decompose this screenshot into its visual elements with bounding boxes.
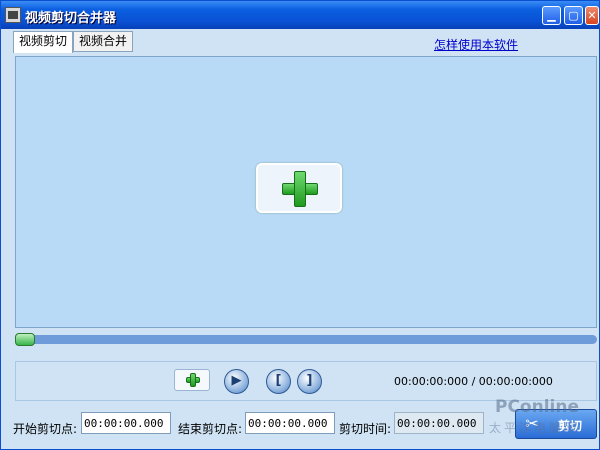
film-icon <box>5 7 21 23</box>
cut-duration-label: 剪切时间: <box>339 422 392 436</box>
window-title: 视频剪切合并器 <box>25 11 117 26</box>
minimize-button[interactable]: ▁ <box>542 6 561 25</box>
title-bar[interactable]: 视频剪切合并器 ▁ ▢ ✕ <box>1 1 599 29</box>
end-point-label: 结束剪切点: <box>178 422 243 436</box>
play-icon: ▶ <box>231 373 242 388</box>
bracket-left-icon: [ <box>275 373 282 388</box>
scissors-icon: ✂ <box>525 416 539 433</box>
play-button[interactable]: ▶ <box>224 369 249 394</box>
video-preview-area[interactable] <box>15 56 597 328</box>
plus-icon <box>282 171 318 207</box>
timeline-handle[interactable] <box>15 333 35 346</box>
tab-video-merge[interactable]: 视频合并 <box>73 31 134 52</box>
maximize-button[interactable]: ▢ <box>564 6 583 25</box>
end-point-input[interactable] <box>245 412 335 434</box>
add-video-button[interactable] <box>256 163 342 213</box>
time-readout: 00:00:00:000 / 00:00:00:000 <box>394 375 553 388</box>
mark-start-button[interactable]: [ <box>266 369 291 394</box>
mark-end-button[interactable]: ] <box>297 369 322 394</box>
plus-icon <box>186 373 200 387</box>
cut-settings: 开始剪切点: 结束剪切点: 剪切时间: ✂ 剪切 <box>1 409 600 449</box>
timeline-track[interactable] <box>15 335 597 344</box>
app-window: 视频剪切合并器 ▁ ▢ ✕ 视频剪切 视频合并 怎样使用本软件 ▶ [] 00… <box>0 0 600 450</box>
start-point-label: 开始剪切点: <box>13 422 78 436</box>
tab-video-cut[interactable]: 视频剪切 <box>13 31 74 53</box>
cut-duration-field <box>394 412 484 434</box>
bracket-right-icon: ] <box>306 373 313 388</box>
playback-controls: ▶ [ ] 00:00:00:000 / 00:00:00:000 <box>15 361 597 401</box>
close-button[interactable]: ✕ <box>585 6 599 25</box>
help-link[interactable]: 怎样使用本软件 <box>434 36 518 53</box>
cut-button-label: 剪切 <box>558 419 583 433</box>
add-file-button[interactable] <box>174 369 210 391</box>
cut-button[interactable]: ✂ 剪切 <box>515 409 597 439</box>
start-point-input[interactable] <box>81 412 171 434</box>
